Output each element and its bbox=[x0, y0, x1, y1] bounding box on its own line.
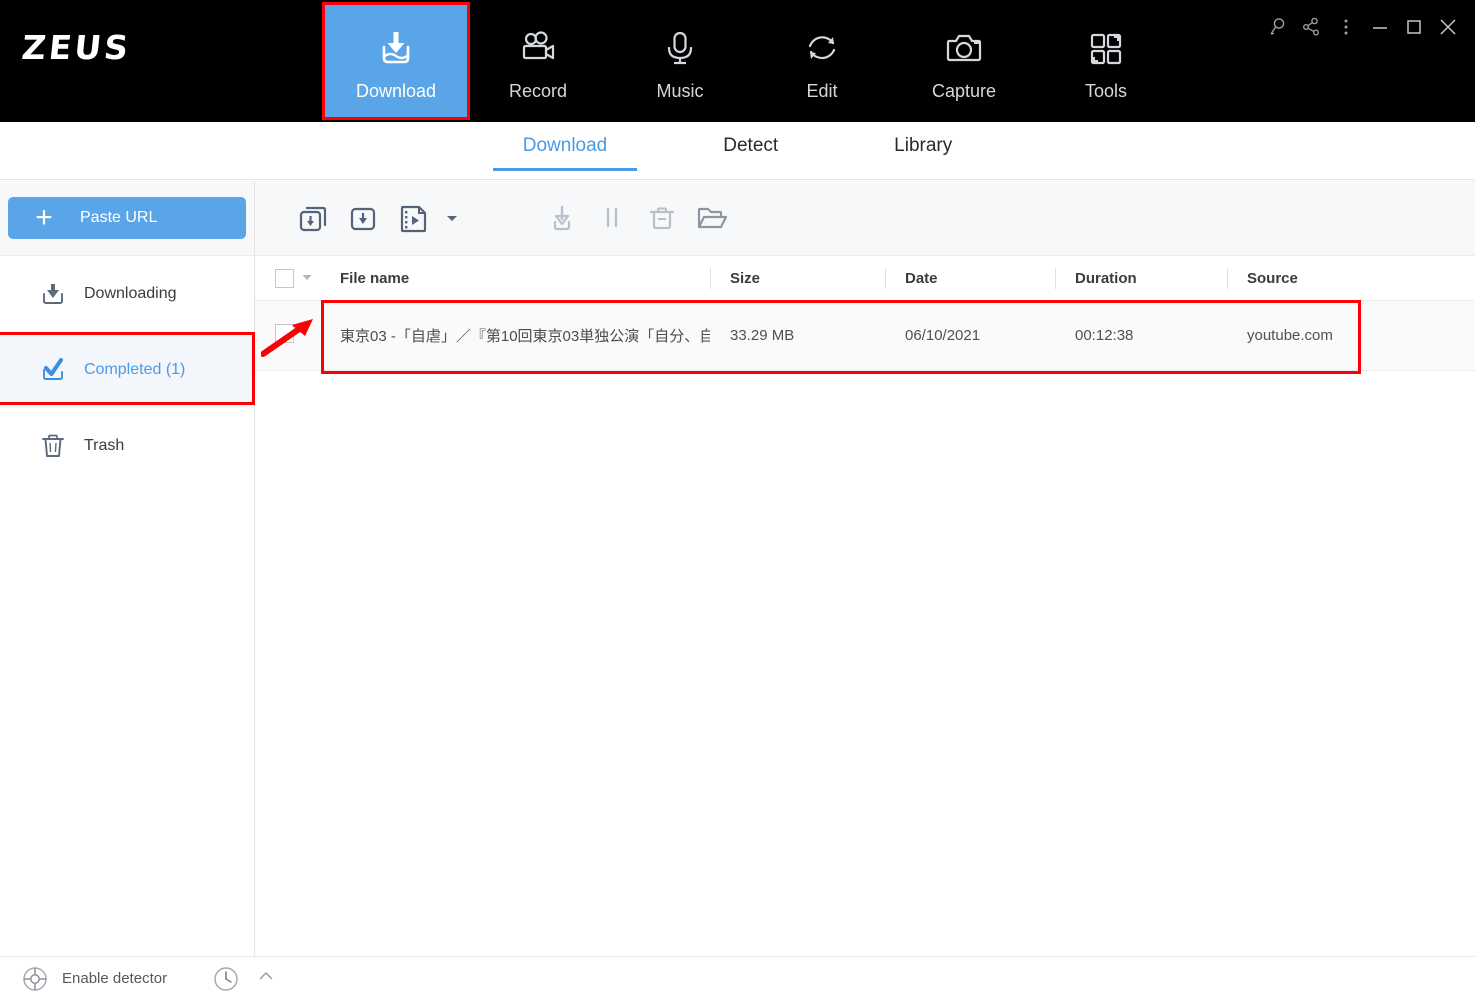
tab-download-label: Download bbox=[522, 135, 608, 156]
table-header: File name Size Date Duration Source bbox=[255, 256, 1475, 301]
table-body: 東京03 -「自虐」／『第10回東京03単独公演「自分、自分… 33.29 MB… bbox=[255, 300, 1475, 374]
sidebar-item-trash[interactable]: Trash bbox=[0, 408, 254, 484]
row-duration: 00:12:38 bbox=[1075, 327, 1134, 344]
sidebar-label-completed: Completed (1) bbox=[84, 361, 186, 378]
top-bar: ZEUS Download Record Music Edit Capture … bbox=[0, 0, 1475, 122]
header-size[interactable]: Size bbox=[710, 256, 885, 301]
video-file-icon[interactable] bbox=[389, 193, 439, 243]
paste-url-area: + Paste URL bbox=[0, 181, 254, 256]
paste-url-label: Paste URL bbox=[80, 209, 158, 226]
sidebar-item-completed[interactable]: Completed (1) bbox=[0, 332, 255, 408]
dropdown-caret-icon[interactable] bbox=[439, 193, 465, 243]
header-source[interactable]: Source bbox=[1227, 256, 1475, 301]
window-controls bbox=[1261, 10, 1465, 44]
main-panel: File name Size Date Duration Source 東京03… bbox=[255, 181, 1475, 956]
tab-detect[interactable]: Detect bbox=[693, 122, 808, 171]
nav-label-music: Music bbox=[656, 80, 704, 101]
nav-item-download[interactable]: Download bbox=[322, 2, 470, 120]
download-tray-icon bbox=[373, 21, 419, 75]
sidebar-label-downloading: Downloading bbox=[84, 285, 177, 302]
microphone-icon bbox=[657, 21, 703, 75]
download-single-icon[interactable] bbox=[537, 193, 587, 243]
nav-item-tools[interactable]: Tools bbox=[1035, 5, 1177, 117]
header-source-label: Source bbox=[1247, 269, 1298, 287]
row-source: youtube.com bbox=[1247, 327, 1333, 344]
refresh-cycle-icon bbox=[799, 21, 845, 75]
video-camera-icon bbox=[515, 21, 561, 75]
download-all-icon[interactable] bbox=[289, 193, 339, 243]
sidebar: + Paste URL Downloading Completed (1) Tr… bbox=[0, 181, 255, 956]
row-select-cell[interactable] bbox=[255, 324, 320, 347]
main-nav: Download Record Music Edit Capture Tools bbox=[322, 0, 1177, 122]
camera-icon bbox=[941, 21, 987, 75]
enable-detector-label[interactable]: Enable detector bbox=[62, 970, 167, 987]
header-select-all[interactable] bbox=[255, 256, 320, 301]
row-filename: 東京03 -「自虐」／『第10回東京03単独公演「自分、自分… bbox=[340, 328, 710, 345]
nav-item-edit[interactable]: Edit bbox=[751, 5, 893, 117]
header-duration-label: Duration bbox=[1075, 269, 1137, 287]
nav-label-edit: Edit bbox=[806, 80, 838, 101]
maximize-icon[interactable] bbox=[1397, 10, 1431, 44]
check-tray-icon bbox=[38, 355, 84, 385]
tab-detect-label: Detect bbox=[723, 135, 779, 156]
header-filename[interactable]: File name bbox=[320, 256, 710, 301]
trash-icon bbox=[38, 431, 84, 461]
row-size: 33.29 MB bbox=[730, 327, 795, 344]
sidebar-label-trash: Trash bbox=[84, 437, 125, 454]
nav-item-record[interactable]: Record bbox=[467, 5, 609, 117]
more-vertical-icon[interactable] bbox=[1329, 10, 1363, 44]
status-bar: Enable detector bbox=[0, 956, 1475, 1000]
close-icon[interactable] bbox=[1431, 10, 1465, 44]
nav-item-music[interactable]: Music bbox=[609, 5, 751, 117]
sub-tabs: Download Detect Library bbox=[0, 122, 1475, 180]
paste-url-button[interactable]: + Paste URL bbox=[8, 197, 246, 239]
app-logo: ZEUS bbox=[19, 28, 134, 67]
pause-icon[interactable] bbox=[587, 193, 637, 243]
header-date-label: Date bbox=[905, 269, 938, 287]
select-all-checkbox[interactable] bbox=[275, 268, 294, 288]
tab-library-label: Library bbox=[894, 135, 953, 156]
nav-label-record: Record bbox=[508, 80, 568, 101]
download-icon[interactable] bbox=[339, 193, 389, 243]
nav-label-download: Download bbox=[355, 80, 437, 101]
nav-label-capture: Capture bbox=[931, 80, 997, 101]
clock-icon[interactable] bbox=[209, 962, 243, 996]
header-date[interactable]: Date bbox=[885, 256, 1055, 301]
plus-icon: + bbox=[35, 201, 53, 234]
minimize-icon[interactable] bbox=[1363, 10, 1397, 44]
crosshair-target-icon[interactable] bbox=[18, 962, 52, 996]
open-folder-icon[interactable] bbox=[687, 193, 737, 243]
chevron-up-icon[interactable] bbox=[257, 967, 275, 990]
tab-library[interactable]: Library bbox=[864, 122, 982, 171]
header-filename-label: File name bbox=[340, 269, 410, 287]
header-size-label: Size bbox=[730, 269, 761, 287]
table-row[interactable]: 東京03 -「自虐」／『第10回東京03単独公演「自分、自分… 33.29 MB… bbox=[255, 301, 1475, 371]
share-icon[interactable] bbox=[1295, 10, 1329, 44]
search-icon[interactable] bbox=[1261, 10, 1295, 44]
action-toolbar bbox=[255, 181, 1475, 256]
tab-download[interactable]: Download bbox=[492, 122, 638, 171]
download-arrow-icon bbox=[38, 279, 84, 309]
header-duration[interactable]: Duration bbox=[1055, 256, 1227, 301]
row-checkbox[interactable] bbox=[275, 324, 294, 343]
nav-item-capture[interactable]: Capture bbox=[893, 5, 1035, 117]
sidebar-item-downloading[interactable]: Downloading bbox=[0, 256, 254, 332]
delete-icon[interactable] bbox=[637, 193, 687, 243]
nav-label-tools: Tools bbox=[1084, 80, 1128, 101]
row-date: 06/10/2021 bbox=[905, 327, 981, 344]
chevron-down-icon[interactable] bbox=[301, 270, 313, 287]
grid-squares-icon bbox=[1083, 21, 1129, 75]
